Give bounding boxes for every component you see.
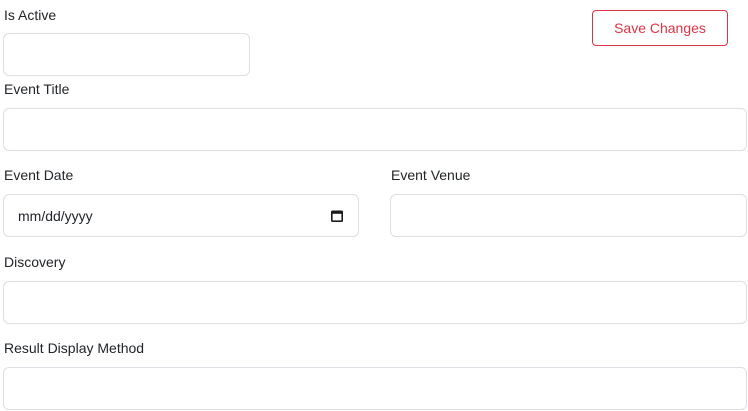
event-date-placeholder: mm/dd/yyyy (18, 207, 93, 224)
calendar-icon[interactable] (330, 209, 344, 223)
is-active-field[interactable] (3, 33, 250, 76)
event-venue-field[interactable] (390, 194, 747, 237)
event-date-label: Event Date (4, 167, 74, 183)
event-venue-label: Event Venue (391, 167, 471, 183)
save-changes-button[interactable]: Save Changes (592, 10, 728, 46)
discovery-label: Discovery (4, 254, 66, 270)
result-display-method-label: Result Display Method (4, 340, 145, 356)
event-date-field[interactable]: mm/dd/yyyy (3, 194, 359, 237)
event-title-field[interactable] (3, 108, 747, 151)
is-active-label: Is Active (4, 7, 57, 23)
result-display-method-field[interactable] (3, 367, 747, 410)
event-title-label: Event Title (4, 81, 70, 97)
discovery-field[interactable] (3, 281, 747, 324)
